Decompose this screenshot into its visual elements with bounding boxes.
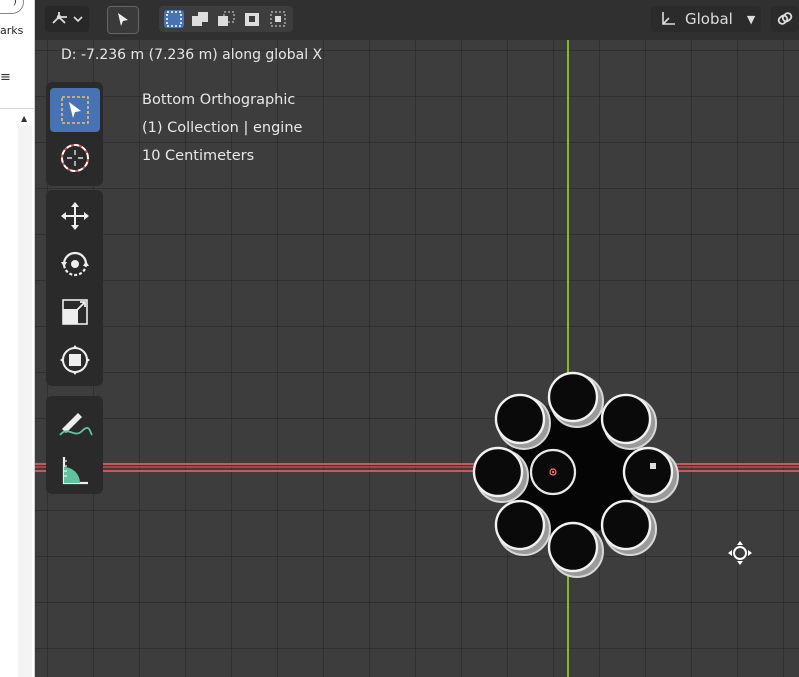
toolbar-group-annotate <box>46 396 103 494</box>
select-invert-icon[interactable] <box>242 10 262 28</box>
engine-mesh-object[interactable] <box>445 360 695 590</box>
orientation-axes-icon <box>662 12 675 25</box>
transform-orientation-dropdown[interactable]: Global ▼ <box>651 6 761 32</box>
cylinder-bore <box>494 393 546 445</box>
cylinder-bore <box>600 393 652 445</box>
object-mode-icon <box>52 12 83 24</box>
snap-toggle-button[interactable] <box>771 6 799 32</box>
orientation-label: Global <box>685 10 733 28</box>
rotate-tool[interactable] <box>50 242 100 286</box>
cylinder-bore <box>472 446 524 498</box>
scale-tool[interactable] <box>50 290 100 334</box>
measure-icon <box>62 457 88 485</box>
cursor-tool[interactable] <box>50 136 100 180</box>
cylinder-bore <box>547 371 599 423</box>
select-intersect-icon[interactable] <box>268 10 288 28</box>
grid-scale-label: 10 Centimeters <box>142 148 255 164</box>
measure-tool[interactable] <box>50 448 100 492</box>
move-tool[interactable] <box>50 194 100 238</box>
chevron-down-icon: ▼ <box>746 12 756 26</box>
scale-icon <box>62 299 88 325</box>
select-box-icon <box>61 96 89 124</box>
toolbar-group-transform <box>46 190 103 386</box>
annotate-icon <box>59 413 93 436</box>
transform-status-text: D: -7.236 m (7.236 m) along global X <box>61 47 323 63</box>
bookmarks-label[interactable]: arks <box>0 24 23 37</box>
collection-label: (1) Collection | engine <box>142 120 303 136</box>
viewport-header: Global ▼ <box>35 0 799 40</box>
3d-viewport[interactable]: Global ▼ D: -7.236 m (7.236 m) along glo… <box>35 0 799 677</box>
move-icon <box>61 202 89 230</box>
cylinder-bore <box>600 499 652 551</box>
select-extend-icon[interactable] <box>190 10 210 28</box>
browser-profile-pill[interactable]: ) <box>0 0 24 14</box>
cylinder-bore <box>547 521 599 573</box>
select-new-icon[interactable] <box>164 10 184 28</box>
cursor-arrow-icon <box>118 13 128 26</box>
selection-mode-group <box>159 6 293 32</box>
mode-selector-button[interactable] <box>45 6 89 32</box>
scroll-up-arrow-icon[interactable]: ▲ <box>21 114 27 123</box>
transform-icon <box>60 345 90 375</box>
browser-sidebar: ) arks ≡ ▲ <box>0 0 35 677</box>
cursor-icon <box>61 144 89 172</box>
viewport-info-overlay: Bottom Orthographic (1) Collection | eng… <box>142 86 302 170</box>
select-tool-button[interactable] <box>107 6 139 34</box>
rotate-icon <box>61 251 89 277</box>
transform-tool[interactable] <box>50 338 100 382</box>
annotate-tool[interactable] <box>50 400 100 444</box>
toolbar-group-select <box>46 82 103 186</box>
move-view-icon[interactable] <box>727 540 753 566</box>
select-subtract-icon[interactable] <box>216 10 236 28</box>
scrollbar-track[interactable] <box>18 126 32 677</box>
cylinder-bore <box>622 446 674 498</box>
menu-icon[interactable]: ≡ <box>0 70 11 85</box>
cylinder-bore <box>494 499 546 551</box>
divider <box>0 108 34 109</box>
view-name-label: Bottom Orthographic <box>142 92 296 108</box>
select-box-tool[interactable] <box>50 88 100 132</box>
link-icon <box>777 12 793 25</box>
pill-glyph: ) <box>12 0 17 7</box>
